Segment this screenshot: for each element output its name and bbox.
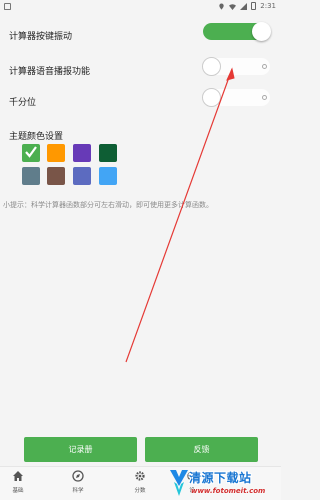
theme-color-title: 主题颜色设置 (9, 132, 64, 142)
site-watermark: 清源下载站 www.fotomeit.com (164, 466, 281, 500)
home-icon (13, 471, 23, 481)
check-icon (25, 146, 37, 158)
thousands-separator-switch[interactable] (202, 88, 270, 107)
setting-label-voice-broadcast: 计算器语音播报功能 (9, 67, 91, 77)
location-icon (219, 2, 224, 10)
key-vibration-switch[interactable] (203, 22, 271, 41)
battery-icon (251, 2, 257, 10)
nav-item-scientific[interactable]: 科学 (63, 470, 93, 498)
status-bar: 2:31 (0, 0, 281, 14)
setting-label-key-vibration: 计算器按键振动 (9, 32, 73, 42)
theme-swatch[interactable] (22, 167, 40, 185)
tip-text: 小提示：科学计算器函数部分可左右滑动，即可使用更多计算函数。 (3, 201, 213, 209)
history-button[interactable]: 记录册 (24, 437, 137, 462)
compass-icon (72, 470, 84, 482)
theme-swatch[interactable] (47, 144, 65, 162)
signal-icon (240, 2, 248, 10)
status-time: 2:31 (260, 2, 276, 10)
watermark-text: 清源下载站 (189, 471, 252, 485)
theme-swatch[interactable] (73, 144, 91, 162)
nav-item-basic[interactable]: 基础 (3, 470, 33, 498)
wifi-icon (229, 3, 237, 10)
setting-row-thousands-separator: 千分位 (0, 86, 281, 116)
notification-icon (4, 3, 11, 12)
nav-label: 分数 (134, 488, 146, 494)
theme-swatch[interactable] (99, 167, 117, 185)
nav-label: 科学 (72, 488, 84, 494)
feedback-button[interactable]: 反馈 (145, 437, 258, 462)
setting-row-key-vibration: 计算器按键振动 (0, 20, 281, 50)
theme-swatch[interactable] (99, 144, 117, 162)
watermark-url: www.fotomeit.com (191, 487, 266, 495)
nav-label: 基础 (12, 488, 24, 494)
theme-swatch[interactable] (73, 167, 91, 185)
voice-broadcast-switch[interactable] (202, 57, 270, 76)
gear-icon (135, 471, 145, 481)
theme-swatch[interactable] (47, 167, 65, 185)
theme-swatch[interactable] (22, 144, 40, 162)
nav-item-fraction[interactable]: 分数 (125, 470, 155, 498)
setting-label-thousands-separator: 千分位 (9, 98, 37, 108)
setting-row-voice-broadcast: 计算器语音播报功能 (0, 55, 281, 85)
watermark-logo-icon (170, 470, 188, 496)
